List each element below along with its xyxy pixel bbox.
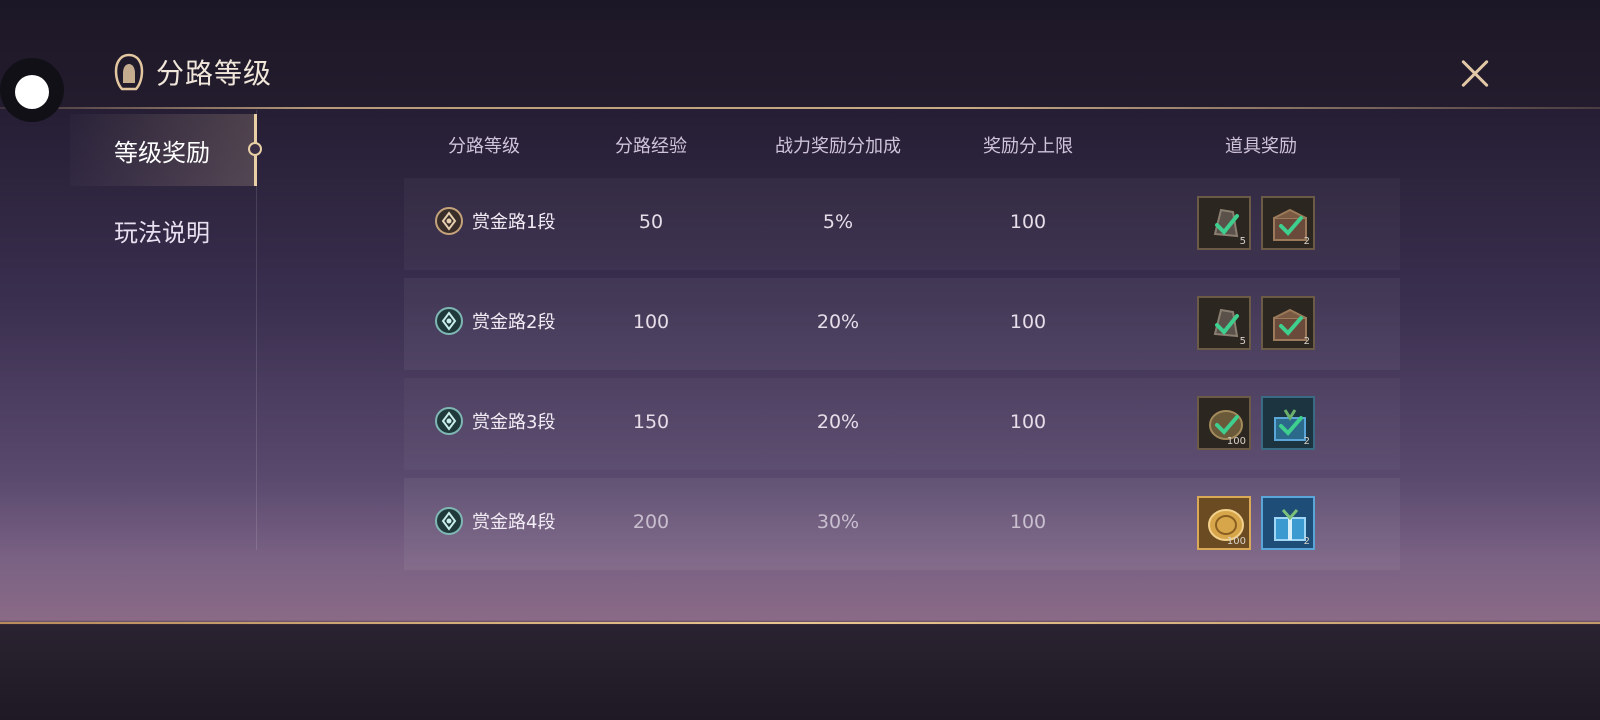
rank-cell: 赏金路4段 [434,506,555,536]
reward-count: 2 [1303,536,1310,547]
rank-label: 赏金路1段 [472,212,556,233]
reward-count: 100 [1226,536,1246,547]
column-header-cap: 奖励分上限 [983,136,1073,157]
bonus-value: 30% [816,511,860,533]
reward-count: 2 [1303,236,1310,247]
rank-emblem-teal-icon [435,307,463,335]
reward-item[interactable]: 2 [1261,496,1315,550]
cap-value: 100 [1009,411,1047,433]
reward-item[interactable]: 100 [1197,396,1251,450]
table-row: 赏金路4段 200 30% 100 100 2 [404,478,1400,570]
bonus-value: 20% [816,311,860,333]
reward-count: 2 [1303,436,1310,447]
bonus-value: 20% [816,411,860,433]
column-header-exp: 分路经验 [615,136,687,157]
reward-item[interactable]: 5 [1197,196,1251,250]
rank-emblem-teal-icon [435,407,463,435]
cap-value: 100 [1009,311,1047,333]
reward-item[interactable]: 100 [1197,496,1251,550]
rank-emblem-teal-icon [435,507,463,535]
reward-count: 5 [1239,236,1246,247]
sidebar-item-label: 玩法说明 [114,218,210,247]
column-header-bonus: 战力奖励分加成 [775,136,901,157]
rank-label: 赏金路4段 [472,512,556,533]
rank-label: 赏金路3段 [472,412,556,433]
column-header-rewards: 道具奖励 [1225,136,1297,157]
level-rewards-table: 分路等级 分路经验 战力奖励分加成 奖励分上限 道具奖励 赏金路1段 50 5%… [404,118,1400,570]
sidebar-item-level-rewards[interactable]: 等级奖励 [70,114,257,186]
footer-divider [0,622,1600,624]
active-indicator [248,142,262,156]
hooded-figure-icon [114,53,144,91]
rank-cell: 赏金路3段 [434,406,555,436]
reward-item[interactable]: 2 [1261,396,1315,450]
table-row: 赏金路2段 100 20% 100 5 2 [404,278,1400,370]
rank-cell: 赏金路2段 [434,306,555,336]
rank-cell: 赏金路1段 [434,206,555,236]
reward-count: 2 [1303,336,1310,347]
page-header: 分路等级 [112,50,272,94]
rank-label: 赏金路2段 [472,312,556,333]
table-header: 分路等级 分路经验 战力奖励分加成 奖励分上限 道具奖励 [404,118,1400,178]
exp-value: 150 [632,411,670,433]
reward-item[interactable]: 2 [1261,296,1315,350]
page-title: 分路等级 [156,57,273,90]
rank-emblem-bronze-icon [435,207,463,235]
table-row: 赏金路1段 50 5% 100 5 2 [404,178,1400,270]
bonus-value: 5% [822,211,854,233]
sidebar-item-label: 等级奖励 [114,138,210,167]
exp-value: 50 [638,211,664,233]
reward-count: 100 [1226,436,1246,447]
reward-item[interactable]: 2 [1261,196,1315,250]
column-header-level: 分路等级 [448,136,520,157]
close-button[interactable] [1455,54,1495,94]
cap-value: 100 [1009,211,1047,233]
reward-item[interactable]: 5 [1197,296,1251,350]
reward-count: 5 [1239,336,1246,347]
exp-value: 100 [632,311,670,333]
cap-value: 100 [1009,511,1047,533]
exp-value: 200 [632,511,670,533]
table-row: 赏金路3段 150 20% 100 100 2 [404,378,1400,470]
sidebar-item-gameplay-guide[interactable]: 玩法说明 [70,194,257,266]
